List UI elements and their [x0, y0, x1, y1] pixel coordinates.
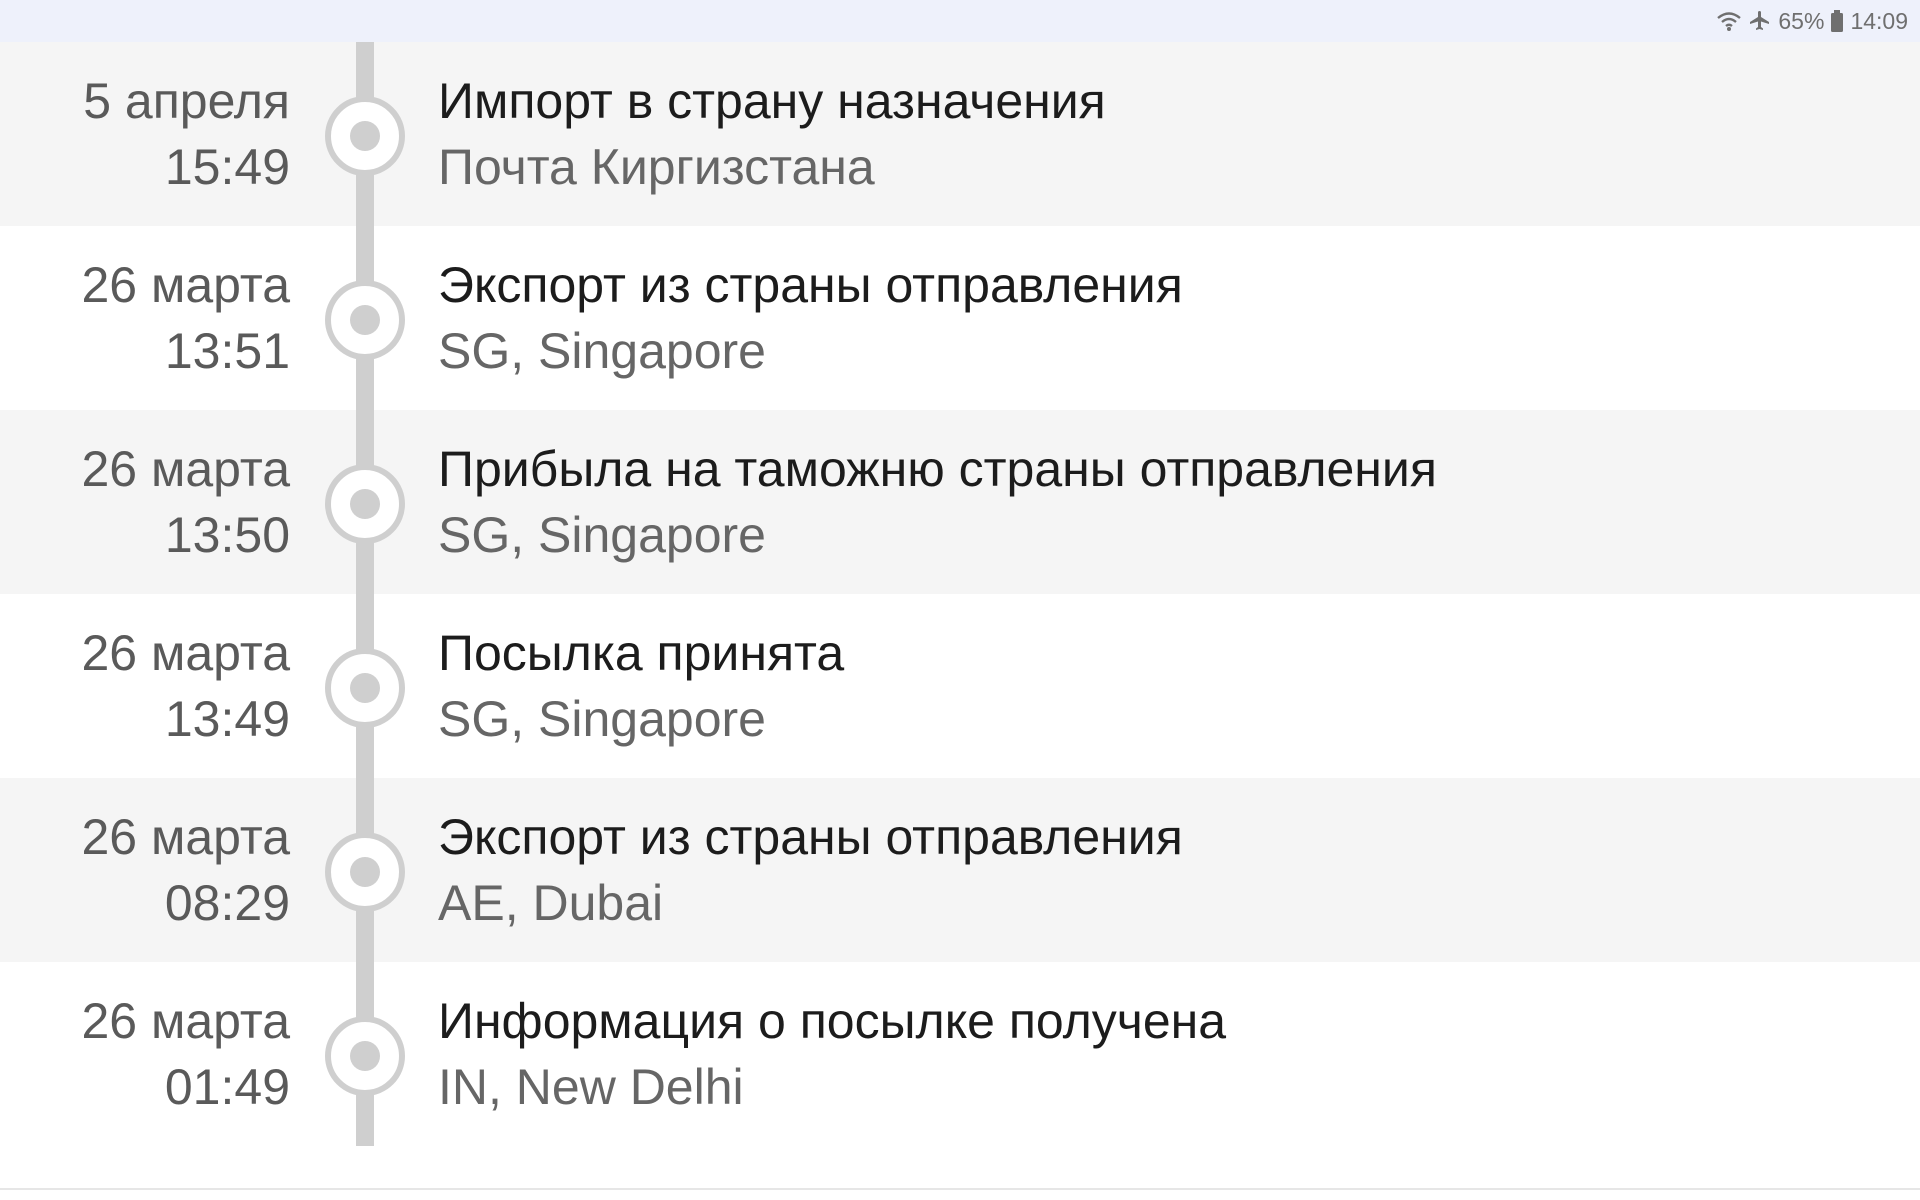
timeline-node-icon [325, 832, 405, 912]
event-datetime: 26 марта 13:50 [0, 436, 290, 568]
event-title: Импорт в страну назначения [438, 73, 1106, 129]
status-indicators: 65% 14:09 [1716, 0, 1908, 42]
timeline-row[interactable]: 26 марта 13:49 Посылка принята SG, Singa… [0, 594, 1920, 778]
event-datetime: 26 марта 08:29 [0, 804, 290, 936]
status-bar: 65% 14:09 [0, 0, 1920, 42]
timeline-row[interactable]: 26 марта 01:49 Информация о посылке полу… [0, 962, 1920, 1146]
timeline-row[interactable]: 26 марта 13:51 Экспорт из страны отправл… [0, 226, 1920, 410]
airplane-mode-icon [1748, 9, 1772, 33]
event-location: AE, Dubai [438, 875, 664, 931]
event-time: 01:49 [164, 1059, 290, 1115]
tracking-timeline: 5 апреля 15:49 Импорт в страну назначени… [0, 42, 1920, 1200]
event-datetime: 26 марта 13:49 [0, 620, 290, 752]
event-details: Импорт в страну назначения Почта Киргизс… [438, 68, 1880, 200]
event-time: 13:50 [164, 507, 290, 563]
battery-icon [1830, 9, 1844, 33]
event-date: 26 марта [81, 441, 290, 497]
event-date: 5 апреля [83, 73, 290, 129]
event-title: Посылка принята [438, 625, 845, 681]
timeline-row[interactable]: 26 марта 13:50 Прибыла на таможню страны… [0, 410, 1920, 594]
wifi-icon [1716, 10, 1742, 32]
event-location: SG, Singapore [438, 323, 766, 379]
event-details: Информация о посылке получена IN, New De… [438, 988, 1880, 1120]
timeline-node-icon [325, 96, 405, 176]
list-divider [0, 1188, 1920, 1190]
event-title: Прибыла на таможню страны отправления [438, 441, 1437, 497]
event-title: Информация о посылке получена [438, 993, 1227, 1049]
event-details: Экспорт из страны отправления SG, Singap… [438, 252, 1880, 384]
event-title: Экспорт из страны отправления [438, 809, 1183, 865]
event-title: Экспорт из страны отправления [438, 257, 1183, 313]
event-datetime: 5 апреля 15:49 [0, 68, 290, 200]
event-details: Экспорт из страны отправления AE, Dubai [438, 804, 1880, 936]
timeline-row[interactable]: 5 апреля 15:49 Импорт в страну назначени… [0, 42, 1920, 226]
event-details: Прибыла на таможню страны отправления SG… [438, 436, 1880, 568]
event-time: 08:29 [164, 875, 290, 931]
timeline-node-icon [325, 648, 405, 728]
event-date: 26 марта [81, 257, 290, 313]
timeline-node-icon [325, 464, 405, 544]
event-location: Почта Киргизстана [438, 139, 875, 195]
event-location: SG, Singapore [438, 507, 766, 563]
event-date: 26 марта [81, 625, 290, 681]
event-date: 26 марта [81, 993, 290, 1049]
event-time: 13:51 [164, 323, 290, 379]
timeline-node-icon [325, 1016, 405, 1096]
event-location: IN, New Delhi [438, 1059, 744, 1115]
clock: 14:09 [1850, 7, 1908, 34]
timeline-row[interactable]: 26 марта 08:29 Экспорт из страны отправл… [0, 778, 1920, 962]
event-datetime: 26 марта 01:49 [0, 988, 290, 1120]
event-time: 15:49 [164, 139, 290, 195]
timeline-node-icon [325, 280, 405, 360]
event-location: SG, Singapore [438, 691, 766, 747]
event-time: 13:49 [164, 691, 290, 747]
event-datetime: 26 марта 13:51 [0, 252, 290, 384]
battery-percent: 65% [1778, 7, 1825, 34]
event-details: Посылка принята SG, Singapore [438, 620, 1880, 752]
event-date: 26 марта [81, 809, 290, 865]
